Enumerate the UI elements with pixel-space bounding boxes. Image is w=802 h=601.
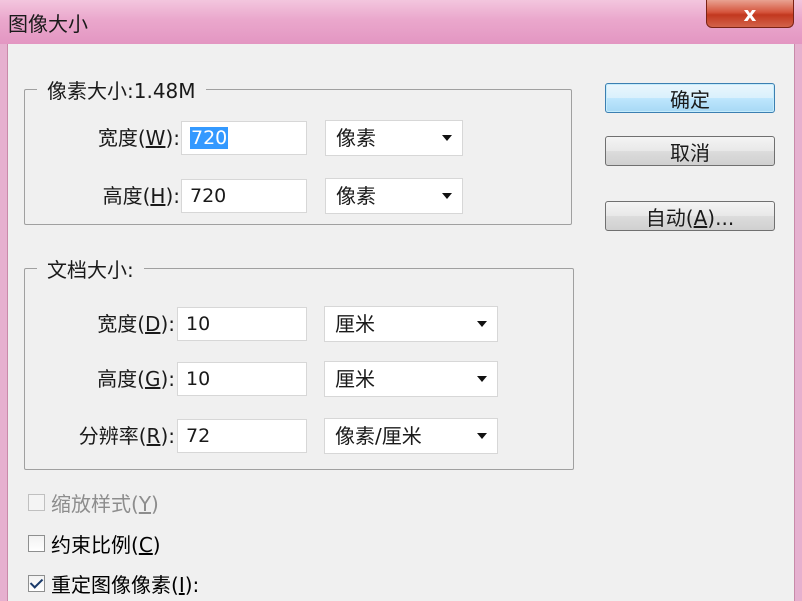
window-title: 图像大小	[8, 12, 88, 36]
chevron-down-icon	[442, 193, 452, 199]
ok-button[interactable]: 确定	[605, 83, 775, 113]
doc-width-unit-select[interactable]: 厘米	[324, 306, 498, 342]
cancel-button-label: 取消	[670, 140, 710, 165]
doc-height-unit-select[interactable]: 厘米	[324, 361, 498, 397]
doc-width-unit: 厘米	[335, 312, 375, 336]
chevron-down-icon	[477, 376, 487, 382]
constrain-proportions-label: 约束比例(C)	[51, 532, 161, 557]
pixel-width-value: 720	[190, 127, 229, 149]
pixel-height-value: 720	[190, 185, 227, 207]
pixel-height-input[interactable]: 720	[181, 179, 307, 213]
title-bar[interactable]: 图像大小 x	[0, 0, 802, 44]
resolution-value: 72	[186, 425, 211, 447]
image-size-dialog: 像素大小:1.48M 宽度(W): 720 像素 高度(H): 720 像素 文…	[7, 44, 795, 601]
cancel-button[interactable]: 取消	[605, 136, 775, 166]
scale-styles-checkbox[interactable]	[28, 493, 45, 511]
pixel-width-label: 宽度(W):	[97, 126, 180, 150]
chevron-down-icon	[477, 321, 487, 327]
pixel-width-input[interactable]: 720	[181, 121, 307, 155]
doc-height-value: 10	[186, 368, 211, 390]
doc-height-label: 高度(G):	[97, 367, 175, 391]
pixel-width-unit: 像素	[336, 126, 376, 150]
auto-button[interactable]: 自动(A)...	[605, 201, 775, 231]
constrain-proportions-checkbox[interactable]	[28, 534, 45, 552]
ok-button-label: 确定	[670, 87, 710, 112]
scale-styles-option[interactable]: 缩放样式(Y)	[28, 487, 159, 517]
document-size-legend: 文档大小:	[47, 258, 134, 282]
doc-height-input[interactable]: 10	[177, 362, 307, 396]
pixel-dimensions-legend: 像素大小:1.48M	[47, 79, 196, 103]
resample-image-checkbox[interactable]	[28, 574, 45, 592]
resample-image-label: 重定图像像素(I):	[51, 572, 200, 597]
resolution-label: 分辨率(R):	[78, 424, 175, 448]
doc-height-unit: 厘米	[335, 367, 375, 391]
resolution-input[interactable]: 72	[177, 419, 307, 453]
pixel-height-label: 高度(H):	[102, 184, 180, 208]
doc-width-label: 宽度(D):	[97, 312, 175, 336]
doc-width-input[interactable]: 10	[177, 307, 307, 341]
constrain-proportions-option[interactable]: 约束比例(C)	[28, 528, 161, 558]
scale-styles-label: 缩放样式(Y)	[51, 491, 159, 516]
chevron-down-icon	[442, 135, 452, 141]
pixel-height-unit-select[interactable]: 像素	[325, 178, 463, 214]
close-icon: x	[743, 1, 757, 26]
chevron-down-icon	[477, 433, 487, 439]
resolution-unit-select[interactable]: 像素/厘米	[324, 418, 498, 454]
resolution-unit: 像素/厘米	[335, 424, 422, 448]
pixel-height-unit: 像素	[336, 184, 376, 208]
auto-button-label: 自动(A)...	[645, 205, 735, 230]
resample-image-option[interactable]: 重定图像像素(I):	[28, 568, 199, 598]
close-button[interactable]: x	[706, 0, 794, 28]
pixel-width-unit-select[interactable]: 像素	[325, 120, 463, 156]
doc-width-value: 10	[186, 313, 211, 335]
